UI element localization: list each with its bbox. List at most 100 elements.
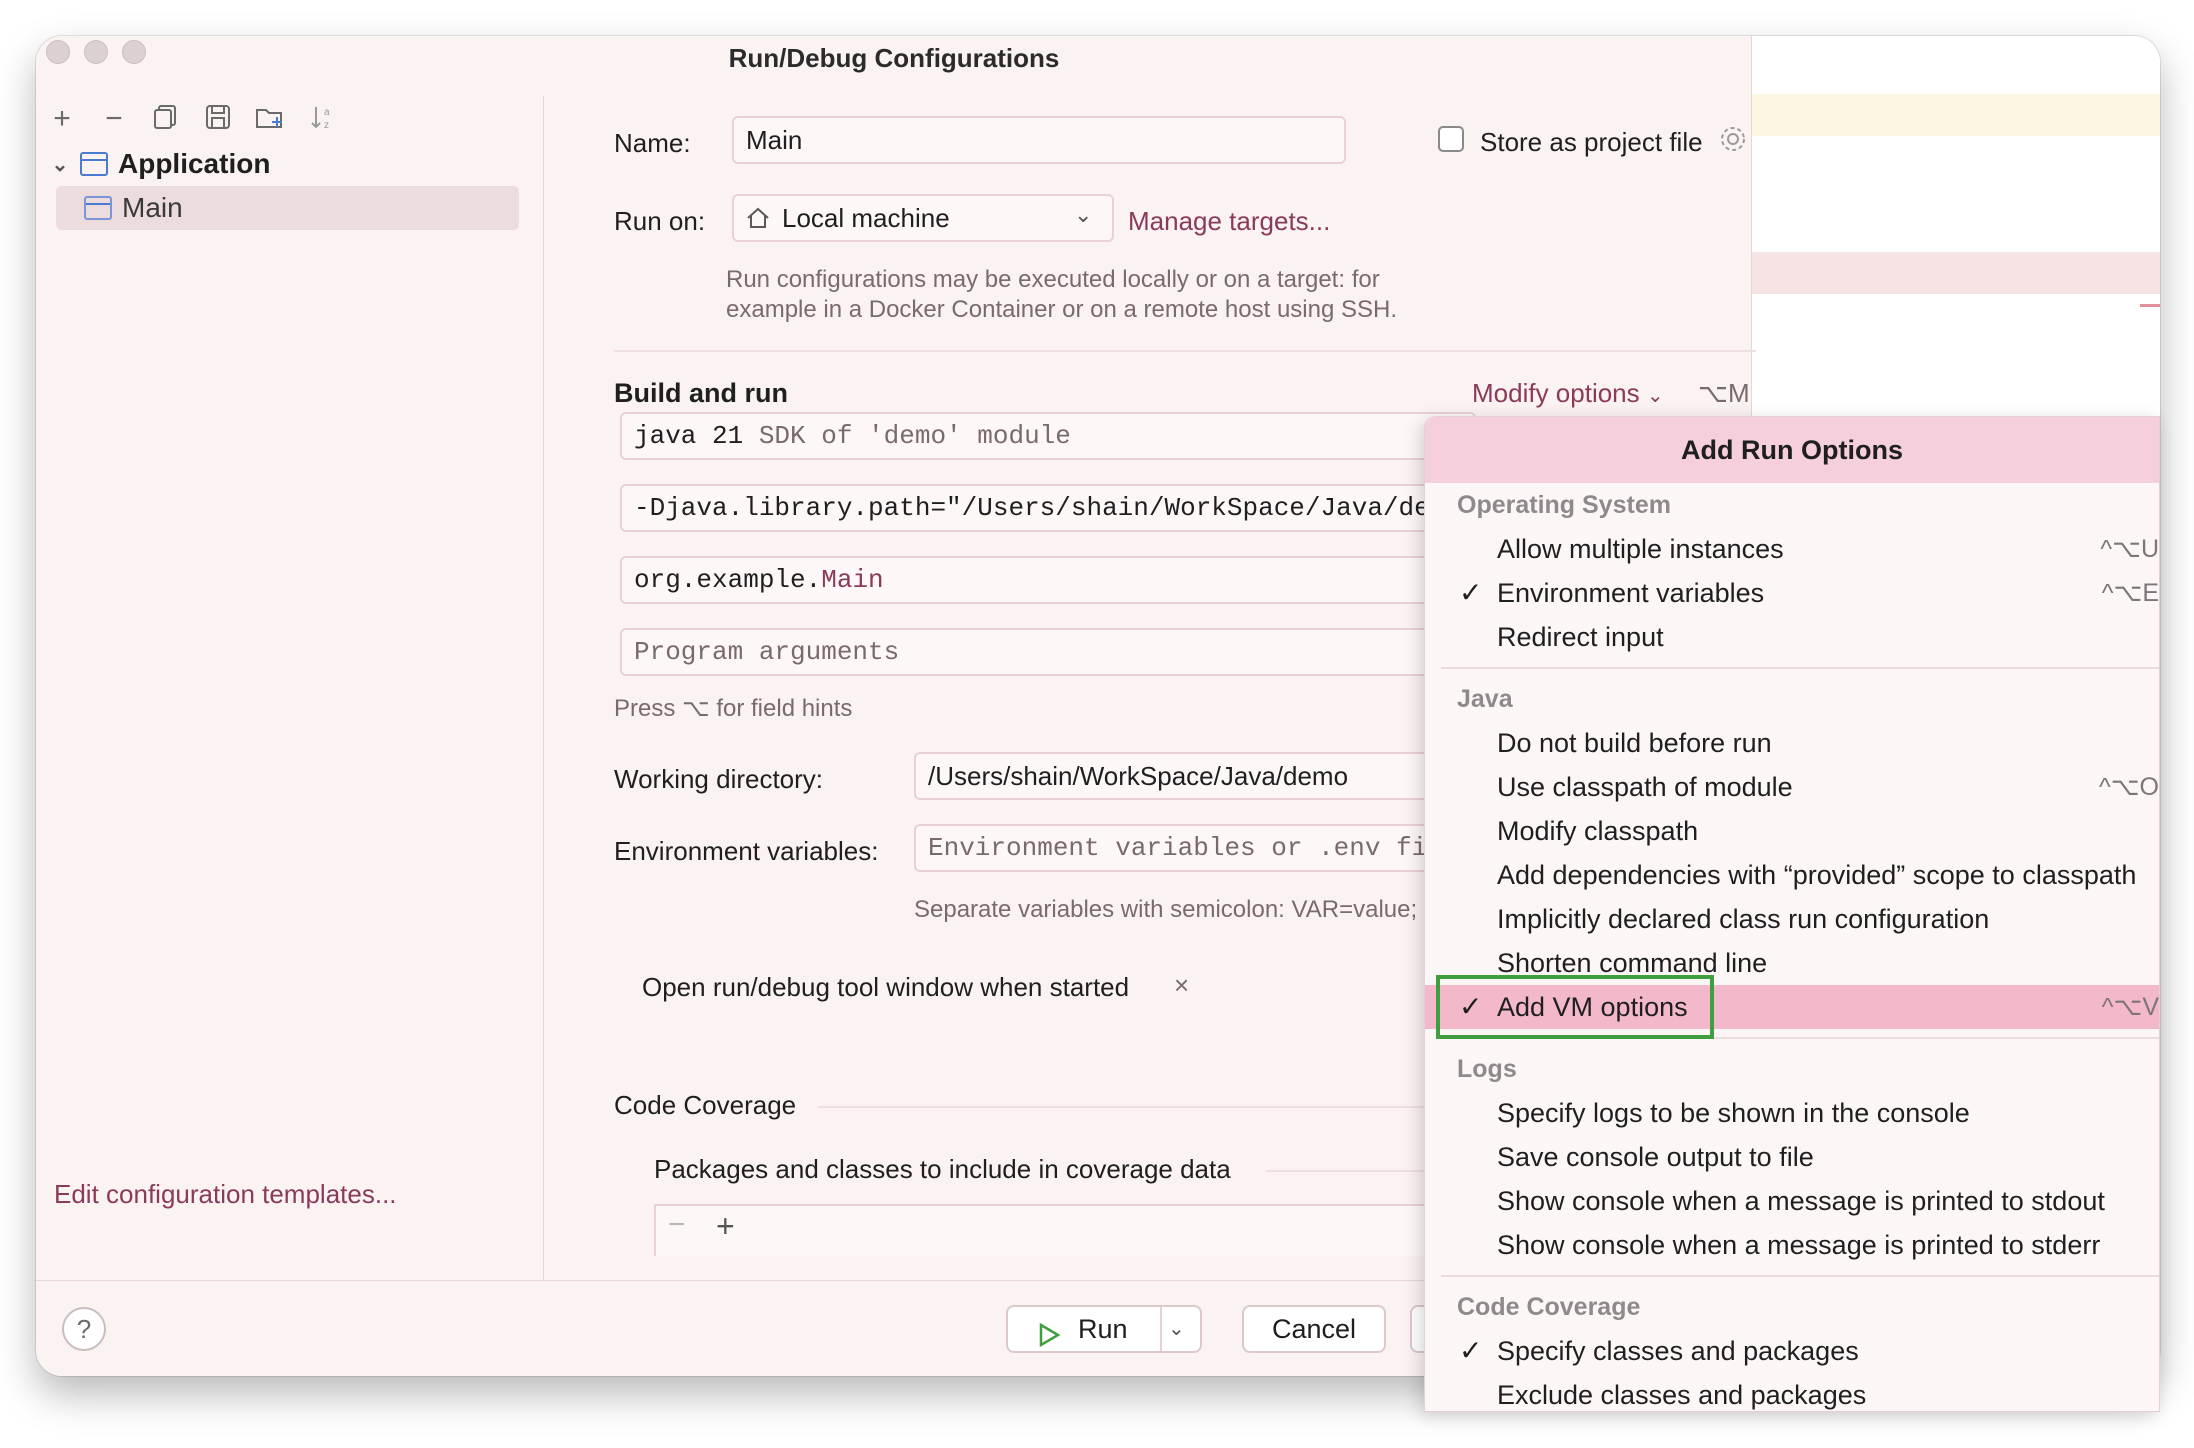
popup-option-label: Redirect input (1497, 622, 1664, 652)
field-hints-text: Press ⌥ for field hints (614, 695, 853, 722)
popup-option[interactable]: Do not build before run (1425, 721, 2159, 765)
remove-icon[interactable]: − (98, 103, 130, 135)
dialog-title: Run/Debug Configurations (728, 43, 1060, 73)
chevron-down-icon: ⌄ (1646, 385, 1664, 407)
popup-group-header: Java (1457, 685, 1513, 713)
environment-variables-hint: Separate variables with semicolon: VAR=v… (914, 896, 1440, 923)
copy-icon[interactable] (150, 103, 182, 135)
run-on-select[interactable]: Local machine (732, 194, 1114, 242)
popup-option-shortcut: ^⌥O (2099, 773, 2159, 801)
run-button[interactable]: Run ⌄ (1006, 1305, 1202, 1353)
application-icon (80, 152, 108, 176)
popup-option[interactable]: Show console when a message is printed t… (1425, 1179, 2159, 1223)
store-project-checkbox[interactable] (1438, 126, 1464, 152)
remove-icon[interactable]: − (668, 1208, 686, 1242)
run-label: Run (1078, 1314, 1128, 1344)
name-label: Name: (614, 128, 691, 158)
popup-option-label: Add dependencies with “provided” scope t… (1497, 860, 2137, 890)
popup-option-label: Specify logs to be shown in the console (1497, 1098, 1970, 1128)
chevron-down-icon[interactable]: ⌄ (46, 152, 74, 177)
configuration-tree: ⌄ Application Main (36, 142, 543, 230)
popup-option-label: Environment variables (1497, 578, 1765, 608)
configurations-sidebar: + − az ⌄ Application Main Edit configura… (36, 96, 544, 1316)
vm-options-field[interactable]: -Djava.library.path="/Users/shain/WorkSp… (620, 484, 1476, 532)
popup-title: Add Run Options (1425, 417, 2159, 483)
popup-option[interactable]: Specify logs to be shown in the console (1425, 1091, 2159, 1135)
code-coverage-heading: Code Coverage (614, 1090, 797, 1120)
popup-option-label: Show console when a message is printed t… (1497, 1230, 2101, 1260)
manage-targets-link[interactable]: Manage targets... (1128, 206, 1330, 237)
play-icon (1036, 1317, 1062, 1361)
divider (818, 1106, 1458, 1108)
coverage-packages-label: Packages and classes to include in cover… (654, 1154, 1231, 1184)
popup-option[interactable]: Modify classpath (1425, 809, 2159, 853)
run-on-value: Local machine (782, 203, 950, 233)
divider (614, 350, 1756, 352)
popup-option[interactable]: Save console output to file (1425, 1135, 2159, 1179)
popup-option[interactable]: Redirect input (1425, 615, 2159, 659)
environment-variables-field[interactable]: Environment variables or .env file (914, 824, 1476, 872)
editor-highlight-line (1752, 94, 2160, 136)
working-directory-label: Working directory: (614, 764, 824, 794)
application-icon (84, 196, 112, 220)
add-icon[interactable]: + (46, 103, 78, 135)
checkmark-icon: ✓ (1459, 1335, 1483, 1366)
jre-version: java 21 (634, 421, 744, 451)
svg-text:z: z (324, 120, 329, 131)
add-icon[interactable]: + (716, 1208, 735, 1245)
popup-option[interactable]: ✓ Specify classes and packages (1425, 1329, 2159, 1373)
new-folder-icon[interactable] (254, 103, 286, 135)
add-run-options-popup: Add Run Options Operating System Allow mu… (1424, 416, 2160, 1412)
save-icon[interactable] (202, 103, 234, 135)
popup-option-label: Allow multiple instances (1497, 534, 1784, 564)
run-on-label: Run on: (614, 206, 706, 236)
working-directory-field[interactable]: /Users/shain/WorkSpace/Java/demo (914, 752, 1476, 800)
popup-option[interactable]: Use classpath of module ^⌥O (1425, 765, 2159, 809)
cancel-button[interactable]: Cancel (1242, 1305, 1386, 1353)
build-and-run-heading: Build and run (614, 378, 788, 408)
popup-option-label: Use classpath of module (1497, 772, 1793, 802)
popup-group-header: Operating System (1457, 491, 1671, 519)
popup-option-label: Modify classpath (1497, 816, 1699, 846)
popup-option[interactable]: Exclude classes and packages (1425, 1373, 2159, 1411)
chevron-down-icon[interactable]: ⌄ (1168, 1307, 1185, 1351)
close-icon[interactable]: × (1174, 970, 1189, 1001)
edit-templates-link[interactable]: Edit configuration templates... (54, 1179, 397, 1210)
modify-options-shortcut: ⌥M (1698, 378, 1750, 408)
chevron-down-icon: ⌄ (1074, 202, 1093, 227)
store-project-label: Store as project file (1480, 127, 1703, 157)
editor-highlight-line (1752, 252, 2160, 294)
modify-options-link[interactable]: Modify options ⌄ (1472, 378, 1664, 409)
environment-variables-label: Environment variables: (614, 836, 879, 866)
jre-field[interactable]: java 21 SDK of 'demo' module (620, 412, 1476, 460)
help-button[interactable]: ? (62, 1307, 106, 1351)
open-tool-window-option: Open run/debug tool window when started (642, 972, 1130, 1002)
tree-node-main[interactable]: Main (56, 186, 519, 230)
divider (1160, 1307, 1162, 1351)
gear-icon[interactable] (1718, 124, 1748, 154)
popup-option-label: Do not build before run (1497, 728, 1772, 758)
svg-text:a: a (324, 107, 330, 118)
coverage-list: − + (654, 1204, 1476, 1256)
popup-option-shortcut: ^⌥U (2100, 535, 2159, 563)
tree-node-application[interactable]: ⌄ Application (36, 142, 543, 186)
main-class-field[interactable]: org.example.Main (620, 556, 1476, 604)
tree-node-label: Application (118, 148, 271, 179)
popup-option-label: Implicitly declared class run configurat… (1497, 904, 1990, 934)
modify-options-label: Modify options (1472, 378, 1640, 408)
run-on-hint-line2: example in a Docker Container or on a re… (726, 296, 1398, 323)
popup-option[interactable]: Allow multiple instances ^⌥U (1425, 527, 2159, 571)
name-field[interactable]: Main (732, 116, 1346, 164)
popup-option-label: Show console when a message is printed t… (1497, 1186, 2105, 1216)
popup-option[interactable]: ✓ Environment variables ^⌥E (1425, 571, 2159, 615)
popup-option-label: Shorten command line (1497, 948, 1768, 978)
popup-option[interactable]: Show console when a message is printed t… (1425, 1223, 2159, 1267)
popup-option[interactable]: Implicitly declared class run configurat… (1425, 897, 2159, 941)
sort-icon[interactable]: az (306, 103, 338, 135)
popup-options-list: Operating System Allow multiple instances… (1425, 483, 2159, 1411)
popup-option[interactable]: Add dependencies with “provided” scope t… (1425, 853, 2159, 897)
popup-group-header: Code Coverage (1457, 1293, 1641, 1321)
popup-option-label: Save console output to file (1497, 1142, 1814, 1172)
divider (1441, 1275, 2159, 1277)
program-arguments-field[interactable]: Program arguments (620, 628, 1476, 676)
